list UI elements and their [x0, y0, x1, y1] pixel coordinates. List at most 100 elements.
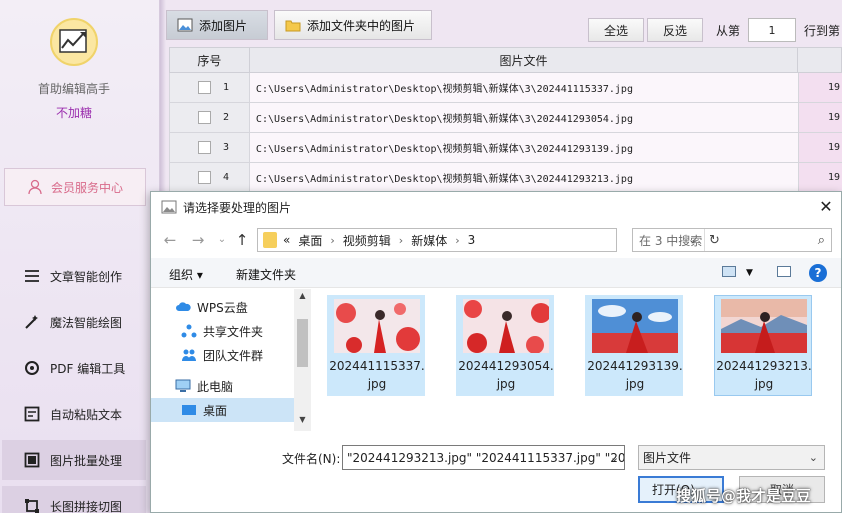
file-name: 202441293139.jpg	[587, 359, 683, 391]
image-batch-icon	[22, 450, 42, 470]
file-tile[interactable]: 202441293054.jpg	[456, 295, 554, 396]
image-thumbnail	[592, 299, 678, 353]
tree-item-this-pc[interactable]: 此电脑	[151, 374, 294, 398]
paste-icon	[22, 404, 42, 424]
team-icon	[182, 349, 196, 361]
member-center-button[interactable]: 会员服务中心	[4, 168, 146, 206]
file-tile[interactable]: 202441293213.jpg	[714, 295, 812, 396]
nav-label: 图片批量处理	[50, 453, 123, 468]
table-row[interactable]: 2 C:\Users\Administrator\Desktop\视频剪辑\新媒…	[169, 103, 842, 133]
to-row-label: 行到第	[804, 24, 841, 38]
app-logo	[50, 18, 98, 66]
row-index: 1	[223, 82, 230, 93]
app-sidebar: 首助编辑高手 不加糖 会员服务中心 文章智能创作 魔法智能绘图 PDF 编辑工具…	[0, 0, 160, 513]
search-input[interactable]: 在 3 中搜索 ⌕	[632, 228, 832, 252]
scroll-thumb[interactable]	[297, 319, 308, 367]
row-checkbox[interactable]	[198, 171, 211, 184]
row-checkbox[interactable]	[198, 111, 211, 124]
member-center-label: 会员服务中心	[51, 180, 124, 195]
tree-label: 桌面	[203, 403, 228, 418]
scroll-up-icon[interactable]: ▲	[294, 291, 311, 300]
folder-icon	[263, 232, 277, 248]
file-tile[interactable]: 202441293139.jpg	[585, 295, 683, 396]
organize-menu[interactable]: 组织 ▾	[169, 266, 203, 283]
search-icon: ⌕	[817, 233, 825, 248]
desktop-icon	[182, 405, 196, 415]
row-extra: 19	[799, 73, 842, 102]
tree-item-shared-folder[interactable]: 共享文件夹	[151, 319, 294, 343]
from-row-input[interactable]: 1	[748, 18, 796, 42]
file-name: 202441293213.jpg	[716, 359, 812, 391]
tree-item-wps-cloud[interactable]: WPS云盘	[151, 295, 294, 319]
table-row[interactable]: 1 C:\Users\Administrator\Desktop\视频剪辑\新媒…	[169, 73, 842, 103]
command-bar: 组织 ▾ 新建文件夹 ▼ ?	[151, 258, 841, 288]
col-extra-header[interactable]	[798, 48, 841, 72]
file-name: 202441115337.jpg	[329, 359, 425, 391]
close-icon[interactable]: ✕	[817, 198, 835, 216]
breadcrumb-separator-icon: ›	[398, 233, 404, 247]
app-name: 首助编辑高手	[37, 82, 110, 96]
view-dropdown-icon[interactable]: ▼	[746, 268, 753, 278]
address-prefix[interactable]: «	[283, 233, 290, 247]
row-checkbox[interactable]	[198, 141, 211, 154]
tree-item-desktop[interactable]: 桌面	[151, 398, 294, 422]
row-path: C:\Users\Administrator\Desktop\视频剪辑\新媒体\…	[249, 163, 800, 192]
invert-selection-button[interactable]: 反选	[647, 18, 703, 42]
col-file-header[interactable]: 图片文件	[250, 48, 799, 72]
recent-chevron-icon[interactable]: ⌄	[213, 231, 231, 249]
nav-image-batch[interactable]: 图片批量处理	[2, 440, 146, 480]
filename-dropdown-icon[interactable]: ⌄	[610, 451, 619, 464]
breadcrumb-folder-3[interactable]: 3	[468, 233, 476, 247]
chart-logo-icon	[59, 29, 87, 53]
image-thumbnail	[721, 299, 807, 353]
file-tile[interactable]: 202441115337.jpg	[327, 295, 425, 396]
filename-label: 文件名(N):	[282, 452, 341, 466]
preview-pane-icon[interactable]	[777, 266, 791, 277]
nav-long-image[interactable]: 长图拼接切图	[2, 486, 146, 513]
dialog-titlebar[interactable]: 请选择要处理的图片	[151, 192, 841, 222]
dialog-title: 请选择要处理的图片	[183, 200, 292, 215]
nav-label: 自动粘贴文本	[50, 407, 123, 422]
breadcrumb-video-editing[interactable]: 视频剪辑	[343, 232, 391, 249]
filetype-select[interactable]: 图片文件 ⌄	[638, 445, 825, 470]
new-folder-button[interactable]: 新建文件夹	[236, 266, 296, 283]
row-extra: 19	[799, 103, 842, 132]
table-row[interactable]: 4 C:\Users\Administrator\Desktop\视频剪辑\新媒…	[169, 163, 842, 193]
row-path: C:\Users\Administrator\Desktop\视频剪辑\新媒体\…	[249, 103, 800, 132]
address-bar[interactable]: « 桌面 › 视频剪辑 › 新媒体 › 3 ⌄ ↻	[257, 228, 720, 252]
view-mode-icon[interactable]	[722, 266, 736, 277]
breadcrumb-new-media[interactable]: 新媒体	[411, 232, 447, 249]
nav-auto-paste[interactable]: 自动粘贴文本	[2, 394, 146, 434]
image-icon	[177, 18, 193, 32]
magic-wand-icon	[22, 312, 42, 332]
back-arrow-icon[interactable]: ←	[161, 231, 179, 249]
nav-article-writing[interactable]: 文章智能创作	[2, 256, 146, 296]
breadcrumb-desktop[interactable]: 桌面	[298, 232, 322, 249]
help-icon[interactable]: ?	[809, 264, 827, 282]
forward-arrow-icon[interactable]: →	[189, 231, 207, 249]
search-placeholder: 在 3 中搜索	[639, 233, 703, 248]
filename-input[interactable]: "202441293213.jpg" "202441115337.jpg" "2…	[342, 445, 625, 470]
tree-label: 此电脑	[197, 379, 234, 394]
user-name[interactable]: 不加糖	[0, 104, 148, 121]
select-all-button[interactable]: 全选	[588, 18, 644, 42]
col-index-header[interactable]: 序号	[170, 48, 250, 72]
nav-label: 文章智能创作	[50, 269, 123, 284]
table-row[interactable]: 3 C:\Users\Administrator\Desktop\视频剪辑\新媒…	[169, 133, 842, 163]
watermark: 搜狐号@我才是豆豆	[676, 487, 812, 505]
up-arrow-icon[interactable]: ↑	[233, 231, 251, 249]
nav-pdf-tools[interactable]: PDF 编辑工具	[2, 348, 146, 388]
crop-icon	[22, 496, 42, 513]
image-icon	[161, 200, 177, 214]
tree-item-team-files[interactable]: 团队文件群	[151, 343, 294, 367]
navigation-bar: ← → ⌄ ↑ « 桌面 › 视频剪辑 › 新媒体 › 3 ⌄ ↻ 在 3 中搜…	[151, 225, 841, 255]
row-checkbox[interactable]	[198, 81, 211, 94]
list-icon	[22, 266, 42, 286]
row-extra: 19	[799, 163, 842, 192]
add-images-button[interactable]: 添加图片	[166, 10, 268, 40]
add-folder-images-button[interactable]: 添加文件夹中的图片	[274, 10, 432, 40]
nav-magic-drawing[interactable]: 魔法智能绘图	[2, 302, 146, 342]
tree-label: 团队文件群	[203, 348, 264, 363]
tree-scrollbar[interactable]: ▲ ▼	[294, 289, 311, 431]
scroll-down-icon[interactable]: ▼	[294, 415, 311, 424]
